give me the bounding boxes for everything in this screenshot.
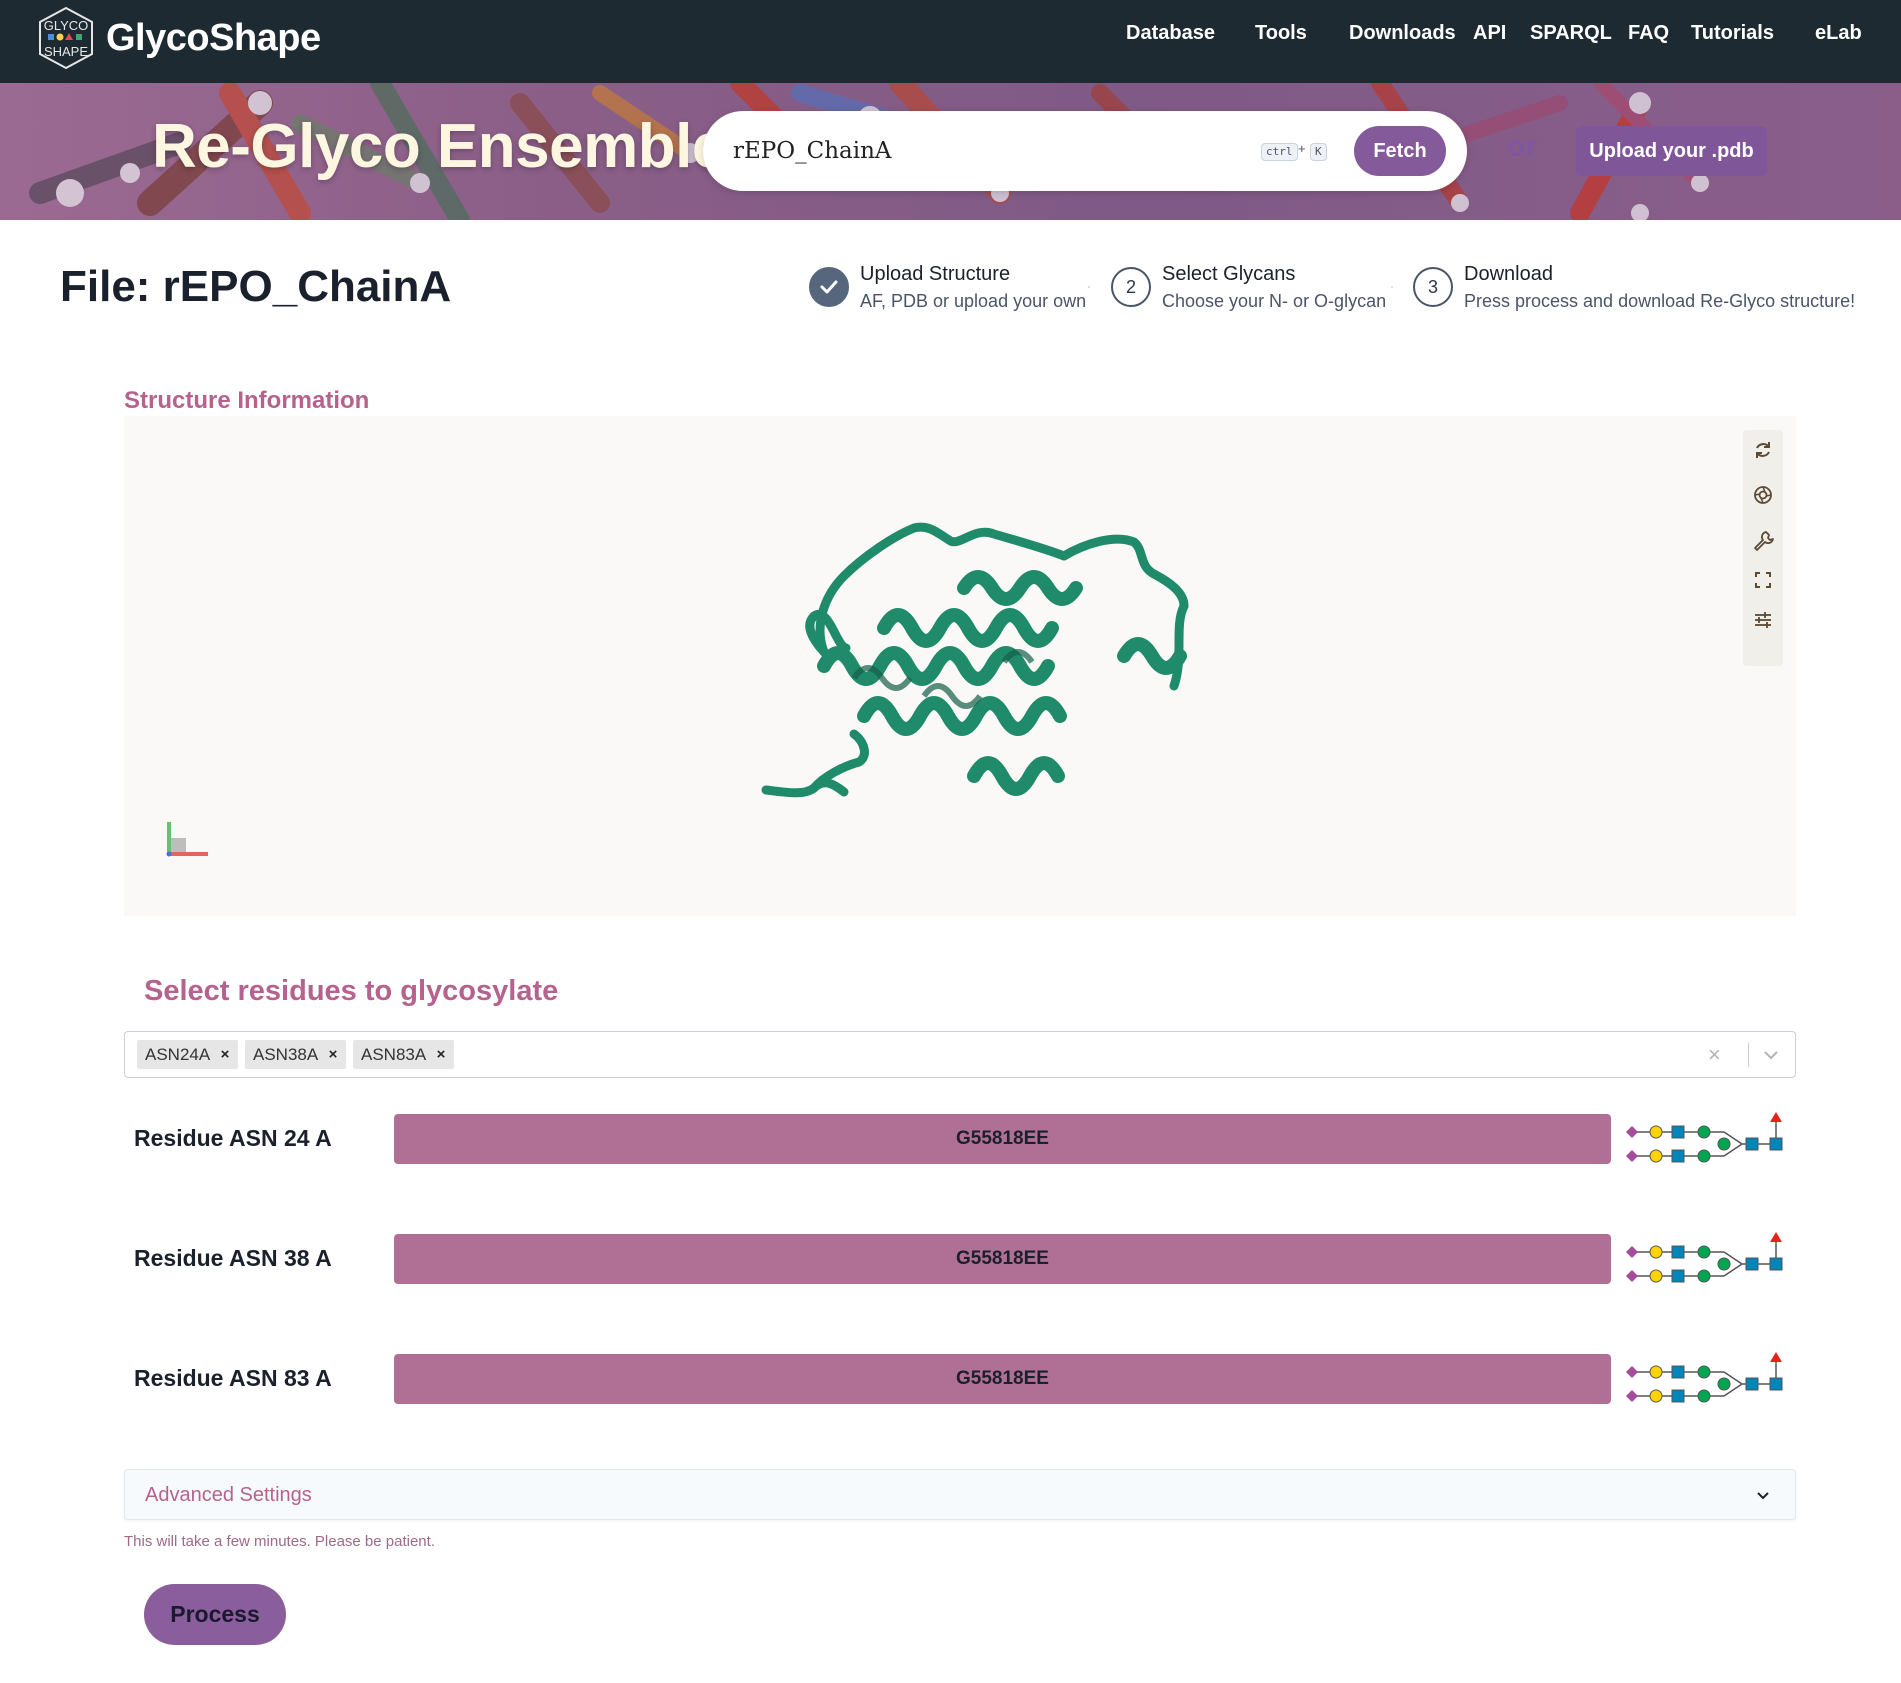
nav-faq[interactable]: FAQ [1628,22,1669,45]
glycoshape-logo-icon: GLYCO SHAPE [39,6,93,70]
step-title: Download [1464,263,1553,285]
settings-sliders-icon[interactable] [1751,608,1775,632]
fetch-button[interactable]: Fetch [1354,126,1446,176]
axes-orientation-indicator [166,822,208,857]
wrench-icon[interactable] [1751,528,1775,552]
nav-api[interactable]: API [1473,22,1506,45]
nav-tools[interactable]: Tools [1255,22,1307,45]
brand[interactable]: GLYCO SHAPE GlycoShape [36,6,321,70]
glycan-select-button[interactable]: G55818EE [394,1234,1611,1284]
step-number: 3 [1413,267,1453,307]
advanced-settings-accordion[interactable]: Advanced Settings [124,1469,1796,1520]
top-navbar: GLYCO SHAPE GlycoShape Database Tools Do… [0,0,1901,83]
residue-chip: ASN24A × [137,1040,238,1069]
file-title: File: rEPO_ChainA [60,262,452,311]
glycan-select-button[interactable]: G55818EE [394,1114,1611,1164]
chip-remove-icon[interactable]: × [323,1040,343,1069]
svg-text:SHAPE: SHAPE [44,44,88,59]
viewer-toolbar [1743,430,1783,666]
kbd-k: K [1310,143,1327,161]
select-divider [1748,1043,1749,1067]
search-box: ctrl + K Fetch [703,111,1467,191]
glycan-structure-icon [1626,1352,1783,1403]
kbd-ctrl: ctrl [1261,143,1298,161]
residue-chip: ASN38A × [245,1040,346,1069]
chevron-down-icon [1757,1492,1769,1500]
or-label: or [1507,130,1537,163]
select-residues-heading: Select residues to glycosylate [144,975,559,1007]
upload-pdb-button[interactable]: Upload your .pdb [1576,126,1767,176]
step-desc: Choose your N- or O-glycan [1162,291,1387,311]
step-desc: AF, PDB or upload your own [860,291,1087,311]
hero-banner: Re-Glyco Ensemble ctrl + K Fetch or Uplo… [0,83,1901,220]
protein-ribbon-structure[interactable] [124,416,1796,916]
glycan-select-button[interactable]: G55818EE [394,1354,1611,1404]
molecule-viewer[interactable] [124,416,1796,916]
glycan-structure-icon [1626,1112,1783,1163]
process-button[interactable]: Process [144,1584,286,1645]
step-separator [1088,286,1090,288]
camera-icon[interactable] [1751,483,1775,507]
residue-label: Residue ASN 38 A [134,1245,332,1271]
step-title: Select Glycans [1162,263,1296,285]
clear-selection-icon[interactable]: × [1708,1042,1721,1068]
nav-elab[interactable]: eLab [1815,22,1862,45]
nav-tutorials[interactable]: Tutorials [1691,22,1774,45]
residue-label: Residue ASN 83 A [134,1365,332,1391]
residue-label: Residue ASN 24 A [134,1125,332,1151]
step-separator [1391,286,1393,288]
reset-view-icon[interactable] [1751,438,1775,462]
pdb-search-input[interactable] [733,133,1213,169]
chip-label: ASN38A [253,1045,319,1064]
structure-info-heading: Structure Information [124,387,370,414]
residue-chip: ASN83A × [353,1040,454,1069]
step-title: Upload Structure [860,263,1011,285]
residue-multiselect[interactable]: ASN24A × ASN38A × ASN83A × [124,1031,1796,1078]
patience-note: This will take a few minutes. Please be … [124,1533,435,1550]
fullscreen-icon[interactable] [1751,568,1775,592]
nav-sparql[interactable]: SPARQL [1530,22,1612,45]
chevron-down-icon[interactable] [1760,1044,1782,1066]
chip-label: ASN24A [145,1045,211,1064]
kbd-plus: + [1298,141,1306,156]
step-number: 2 [1111,267,1151,307]
nav-database[interactable]: Database [1126,22,1215,45]
chip-remove-icon[interactable]: × [215,1040,235,1069]
step-complete-check-icon [809,267,849,307]
brand-name[interactable]: GlycoShape [106,17,321,60]
chip-label: ASN83A [361,1045,427,1064]
chip-remove-icon[interactable]: × [431,1040,451,1069]
hero-title: Re-Glyco Ensemble [152,112,726,181]
nav-downloads[interactable]: Downloads [1349,22,1456,45]
step-desc: Press process and download Re-Glyco stru… [1464,291,1856,311]
advanced-settings-label: Advanced Settings [145,1484,312,1506]
svg-text:GLYCO: GLYCO [44,18,89,33]
glycan-structure-icon [1626,1232,1783,1283]
